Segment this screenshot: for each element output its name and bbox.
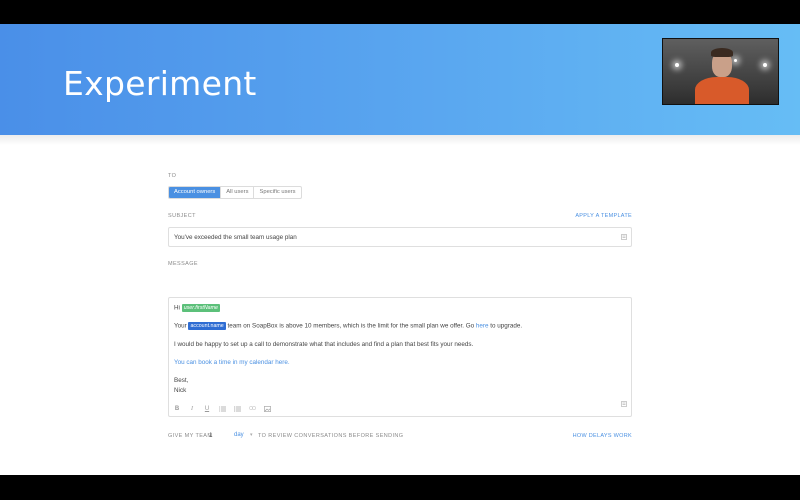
- line-text: Your: [174, 322, 187, 330]
- how-delays-work-link[interactable]: HOW DELAYS WORK: [573, 433, 632, 439]
- link-icon[interactable]: [249, 406, 256, 412]
- webcam-light: [734, 59, 737, 62]
- message-greeting-line: Hi user.firstName: [174, 304, 220, 312]
- delay-amount-input[interactable]: 1: [209, 432, 213, 439]
- upgrade-link[interactable]: here: [476, 323, 489, 330]
- line-text: to upgrade.: [490, 322, 523, 330]
- message-label: MESSAGE: [168, 261, 199, 267]
- image-icon[interactable]: [264, 406, 271, 412]
- webcam-light: [675, 63, 679, 67]
- greeting-text: Hi: [174, 304, 180, 312]
- presenter-body: [695, 77, 749, 104]
- recipient-option-specific-users[interactable]: Specific users: [254, 187, 300, 198]
- recipient-option-account-owners[interactable]: Account owners: [169, 187, 222, 198]
- message-line-call: I would be happy to set up a call to dem…: [174, 341, 474, 348]
- apply-template-link[interactable]: APPLY A TEMPLATE: [575, 213, 632, 219]
- line-text: team on SoapBox is above 10 members, whi…: [227, 322, 475, 330]
- message-editor[interactable]: Hi user.firstName Your account.name team…: [168, 297, 632, 417]
- delay-unit-select[interactable]: day: [234, 432, 244, 438]
- ordered-list-icon[interactable]: [219, 406, 226, 412]
- bullet-list-icon[interactable]: [234, 406, 241, 412]
- presentation-slide: Experiment TO Account owners All users S…: [0, 24, 800, 475]
- italic-icon[interactable]: I: [189, 406, 195, 412]
- message-signature: Nick: [174, 387, 187, 394]
- delay-suffix: TO REVIEW CONVERSATIONS BEFORE SENDING: [258, 433, 404, 439]
- slide-title: Experiment: [63, 64, 257, 103]
- subject-value: You've exceeded the small team usage pla…: [174, 234, 297, 241]
- format-icon[interactable]: [621, 394, 627, 412]
- bold-icon[interactable]: B: [174, 406, 180, 412]
- variable-account-name[interactable]: account.name: [188, 322, 226, 330]
- message-line-limit: Your account.name team on SoapBox is abo…: [174, 322, 522, 330]
- variable-first-name[interactable]: user.firstName: [181, 304, 220, 312]
- underline-icon[interactable]: U: [204, 406, 210, 412]
- webcam-overlay: [662, 38, 779, 105]
- recipient-selector: Account owners All users Specific users: [168, 186, 302, 199]
- chevron-down-icon[interactable]: ▾: [250, 432, 253, 438]
- calendar-link[interactable]: You can book a time in my calendar here.: [174, 359, 290, 366]
- delay-prefix: GIVE MY TEAM: [168, 433, 213, 439]
- subject-label: SUBJECT: [168, 213, 196, 219]
- banner-shadow: [0, 135, 800, 145]
- message-signoff: Best,: [174, 377, 189, 384]
- to-label: TO: [168, 173, 177, 179]
- format-icon[interactable]: [621, 234, 627, 240]
- presenter-hair: [711, 48, 733, 57]
- webcam-light: [763, 63, 767, 67]
- recipient-option-all-users[interactable]: All users: [221, 187, 255, 198]
- subject-input[interactable]: You've exceeded the small team usage pla…: [168, 227, 632, 247]
- slide-banner: Experiment: [0, 24, 800, 135]
- delay-row: GIVE MY TEAM 1 day ▾ TO REVIEW CONVERSAT…: [168, 432, 632, 443]
- video-frame: Experiment TO Account owners All users S…: [0, 0, 800, 500]
- editor-toolbar: B I U: [174, 406, 271, 412]
